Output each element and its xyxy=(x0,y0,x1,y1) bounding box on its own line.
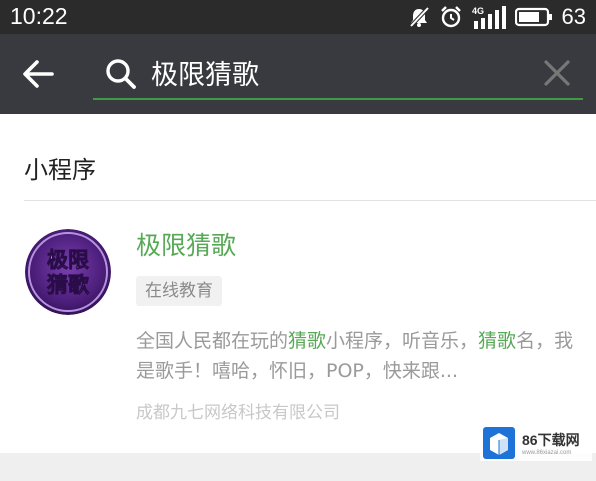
mute-icon xyxy=(409,6,429,28)
app-description: 全国人民都在玩的猜歌小程序，听音乐，猜歌名，我是歌手！嘻哈，怀旧，POP，快来跟… xyxy=(136,326,576,386)
desc-highlight: 猜歌 xyxy=(288,330,327,352)
watermark-name: 86下载网 xyxy=(522,432,580,448)
watermark: 86下载网 www.86xiazai.com xyxy=(480,425,592,461)
desc-part: 全国人民都在玩的 xyxy=(136,330,289,352)
signal-icon: 4G xyxy=(472,6,506,29)
battery-icon xyxy=(514,7,552,27)
network-label: 4G xyxy=(472,6,484,16)
search-icon xyxy=(106,59,136,89)
desc-part: 小程序，听音乐， xyxy=(326,330,479,352)
battery-level: 63 xyxy=(561,4,586,29)
logo-text-top: 极限 xyxy=(47,248,89,272)
logo-text-bottom: 猜歌 xyxy=(46,273,90,297)
search-header xyxy=(0,34,596,114)
search-results: 小程序 极限 猜歌 极限猜歌 在线教育 全国人民都在玩的猜歌小程序，听音乐，猜歌… xyxy=(0,114,596,453)
developer-company: 成都九七网络科技有限公司 xyxy=(136,403,340,423)
watermark-logo-icon xyxy=(483,427,515,459)
search-field[interactable] xyxy=(93,48,583,100)
search-input[interactable] xyxy=(151,54,521,90)
status-time: 10:22 xyxy=(10,3,68,29)
section-title: 小程序 xyxy=(24,156,96,184)
section-divider xyxy=(24,200,596,201)
app-logo: 极限 猜歌 xyxy=(25,229,111,315)
mini-program-result[interactable]: 极限 猜歌 极限猜歌 在线教育 全国人民都在玩的猜歌小程序，听音乐，猜歌名，我是… xyxy=(0,202,596,453)
app-name: 极限猜歌 xyxy=(136,231,237,260)
clear-icon[interactable] xyxy=(543,59,571,87)
category-tag: 在线教育 xyxy=(136,276,222,306)
desc-highlight: 猜歌 xyxy=(478,330,517,352)
status-icons: 4G 63 xyxy=(408,4,586,30)
alarm-icon xyxy=(440,6,461,28)
status-bar: 10:22 4G 63 xyxy=(0,0,596,34)
watermark-site: www.86xiazai.com xyxy=(522,450,572,456)
back-arrow-icon[interactable] xyxy=(20,56,56,92)
